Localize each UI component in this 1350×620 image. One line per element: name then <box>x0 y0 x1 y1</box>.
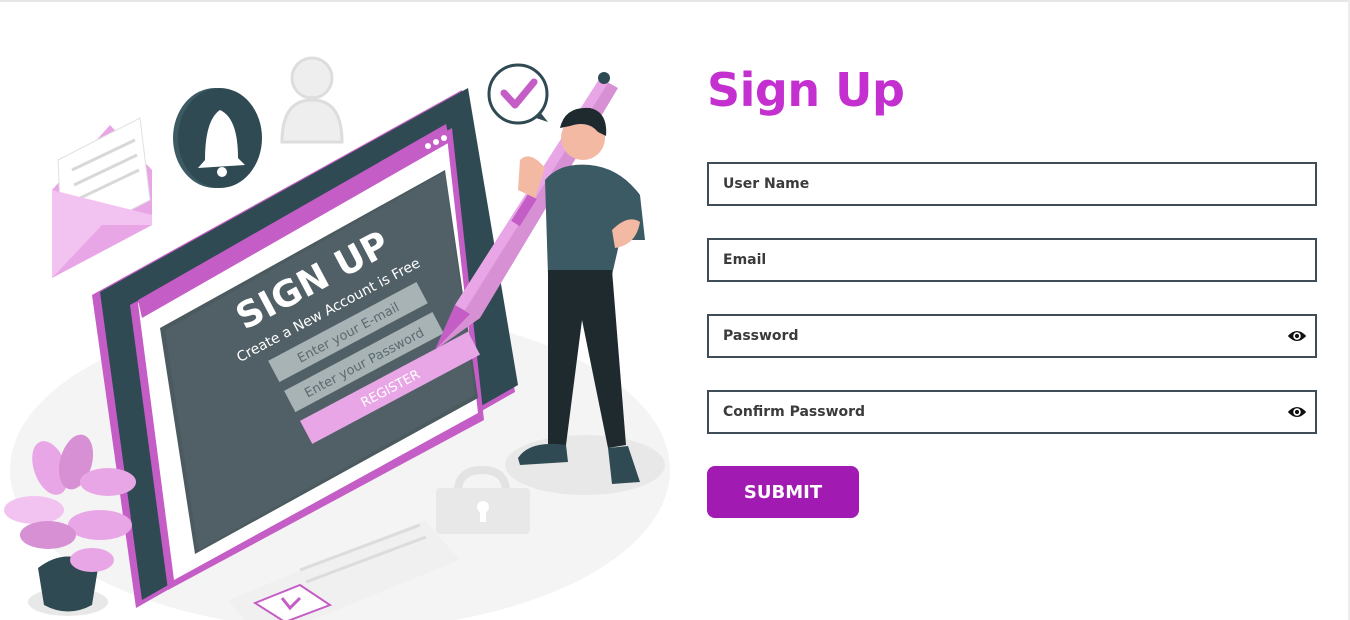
page-title: Sign Up <box>707 63 905 117</box>
password-field[interactable] <box>707 314 1317 358</box>
user-icon <box>280 56 344 144</box>
check-icon <box>487 63 549 125</box>
bell-icon <box>173 88 262 188</box>
envelope-icon <box>52 117 152 278</box>
username-input[interactable] <box>709 164 1315 204</box>
eye-icon[interactable] <box>1287 327 1307 345</box>
top-divider <box>0 0 1350 2</box>
confirm-password-field[interactable] <box>707 390 1317 434</box>
email-field[interactable] <box>707 238 1317 282</box>
signup-illustration: SIGN UP Create a New Account is Free Ent… <box>4 56 670 620</box>
password-input[interactable] <box>709 316 1315 356</box>
signup-form: Sign Up SUBMIT <box>707 60 1317 518</box>
username-field[interactable] <box>707 162 1317 206</box>
submit-button[interactable]: SUBMIT <box>707 466 859 518</box>
confirm-password-input[interactable] <box>709 392 1315 432</box>
email-input[interactable] <box>709 240 1315 280</box>
eye-icon[interactable] <box>1287 403 1307 421</box>
